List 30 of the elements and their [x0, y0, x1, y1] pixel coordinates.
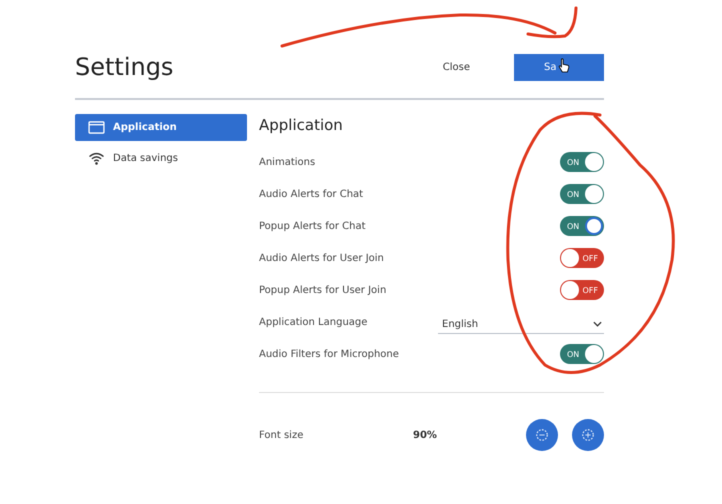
toggle-switch[interactable]: ON: [560, 344, 604, 364]
sidebar-item[interactable]: Application: [75, 114, 247, 141]
wifi-icon: [88, 152, 105, 165]
toggle-switch[interactable]: ON: [560, 216, 604, 236]
font-size-label: Font size: [259, 430, 304, 440]
window-icon: [88, 121, 105, 134]
toggle-switch[interactable]: ON: [560, 152, 604, 172]
setting-label: Audio Alerts for Chat: [259, 188, 364, 200]
setting-label: Popup Alerts for User Join: [259, 284, 386, 296]
plus-icon: [581, 428, 595, 442]
setting-label: Audio Filters for Microphone: [259, 348, 399, 360]
increase-button[interactable]: [572, 419, 604, 451]
decrease-button[interactable]: [526, 419, 558, 451]
hand-cursor-icon: [558, 58, 570, 74]
close-button[interactable]: Close: [428, 58, 484, 76]
settings-title: Settings: [75, 53, 174, 81]
setting-label: Application Language: [259, 316, 368, 328]
save-button[interactable]: Sa: [514, 54, 604, 80]
minus-icon: [535, 428, 549, 442]
sidebar-item[interactable]: Data savings: [75, 145, 247, 172]
toggle-switch[interactable]: OFF: [560, 280, 604, 300]
setting-label: Animations: [259, 156, 316, 168]
language-dropdown[interactable]: English: [438, 316, 604, 334]
chevron-down-icon: [593, 321, 602, 327]
toggle-switch[interactable]: ON: [560, 184, 604, 204]
font-size-value: 90%: [413, 430, 438, 440]
toggle-switch[interactable]: OFF: [560, 248, 604, 268]
section-title: Application: [259, 116, 344, 134]
setting-label: Popup Alerts for Chat: [259, 220, 366, 232]
setting-label: Audio Alerts for User Join: [259, 252, 384, 264]
